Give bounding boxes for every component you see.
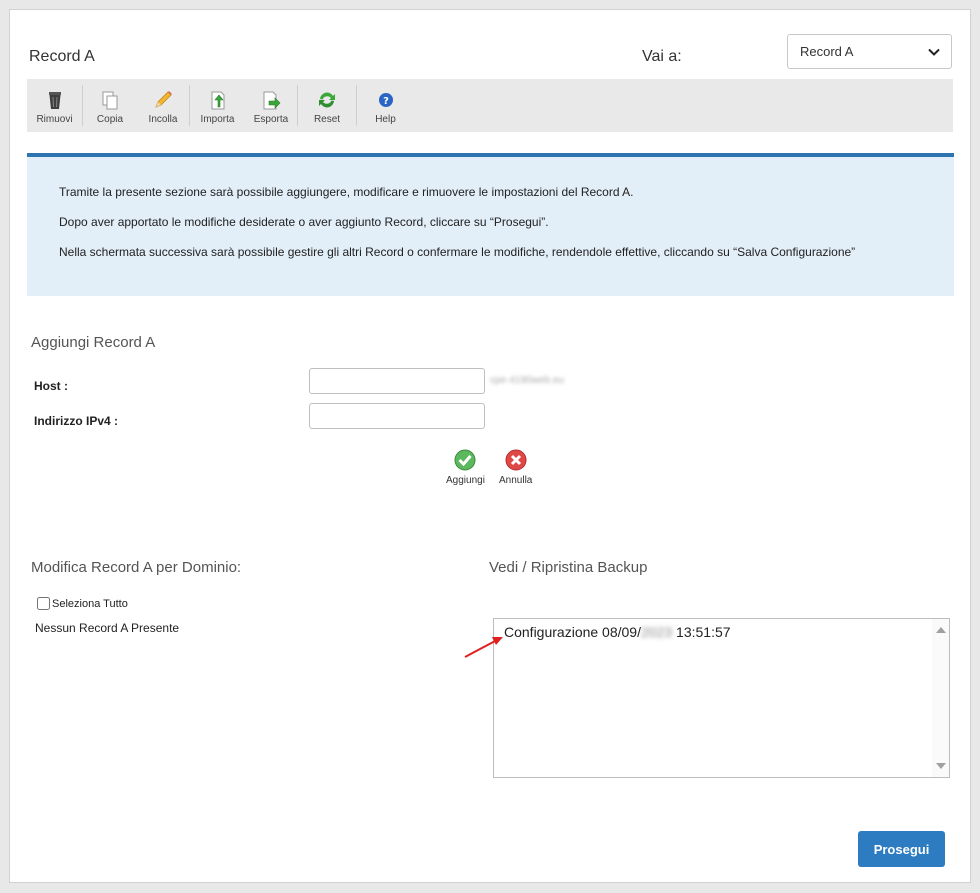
select-all-label: Seleziona Tutto bbox=[52, 597, 128, 610]
refresh-icon bbox=[319, 92, 335, 108]
info-line: Dopo aver apportato le modifiche desider… bbox=[59, 215, 549, 229]
ipv4-input[interactable] bbox=[309, 403, 485, 429]
export-icon bbox=[263, 91, 281, 110]
goto-label: Vai a: bbox=[642, 48, 682, 65]
backup-time: 13:51:57 bbox=[672, 624, 731, 640]
backup-section-title: Vedi / Ripristina Backup bbox=[489, 559, 648, 576]
goto-selected-value: Record A bbox=[800, 44, 854, 59]
add-section-title: Aggiungi Record A bbox=[31, 334, 156, 351]
checkmark-icon bbox=[454, 449, 476, 471]
import-button[interactable]: Importa bbox=[190, 79, 245, 132]
modify-section-title: Modifica Record A per Dominio: bbox=[31, 559, 242, 576]
info-line: Nella schermata successiva sarà possibil… bbox=[59, 245, 856, 259]
select-all[interactable]: Seleziona Tutto bbox=[37, 597, 128, 610]
ipv4-label: Indirizzo IPv4 : bbox=[34, 414, 119, 428]
copy-icon bbox=[102, 91, 118, 110]
page-title: Record A bbox=[29, 48, 95, 65]
reset-label: Reset bbox=[313, 114, 341, 125]
backup-scrollbar[interactable] bbox=[932, 619, 949, 777]
trash-icon bbox=[48, 92, 61, 109]
close-icon bbox=[505, 449, 527, 471]
host-suffix: cpe-4190web.eu bbox=[490, 375, 564, 386]
host-label: Host : bbox=[34, 379, 68, 393]
main-panel: Record A Vai a: Record A Rimuovi Copia I… bbox=[9, 9, 971, 883]
remove-label: Rimuovi bbox=[36, 114, 73, 125]
help-icon: ? bbox=[378, 93, 393, 107]
svg-text:?: ? bbox=[383, 96, 389, 107]
toolbar: Rimuovi Copia Incolla Importa Esporta Re… bbox=[27, 79, 953, 132]
remove-button[interactable]: Rimuovi bbox=[27, 79, 82, 132]
backup-list[interactable]: Configurazione 08/09/2023 13:51:57 bbox=[493, 618, 950, 778]
info-line: Tramite la presente sezione sarà possibi… bbox=[59, 185, 634, 199]
export-label: Esporta bbox=[253, 114, 289, 125]
backup-date: Configurazione 08/09/ bbox=[504, 624, 641, 640]
select-all-checkbox[interactable] bbox=[37, 597, 50, 610]
cancel-button[interactable]: Annulla bbox=[499, 448, 532, 486]
paste-label: Incolla bbox=[148, 114, 178, 125]
copy-button[interactable]: Copia bbox=[83, 79, 137, 132]
backup-year: 2023 bbox=[641, 624, 673, 640]
import-label: Importa bbox=[200, 114, 235, 125]
export-button[interactable]: Esporta bbox=[245, 79, 297, 132]
reset-button[interactable]: Reset bbox=[298, 79, 356, 132]
add-button[interactable]: Aggiungi bbox=[446, 448, 485, 486]
info-box: Tramite la presente sezione sarà possibi… bbox=[27, 153, 954, 296]
help-label: Help bbox=[375, 114, 396, 125]
copy-label: Copia bbox=[96, 114, 124, 125]
proceed-button[interactable]: Prosegui bbox=[858, 831, 945, 867]
scroll-up-icon[interactable] bbox=[936, 627, 946, 633]
paste-button[interactable]: Incolla bbox=[137, 79, 189, 132]
goto-select[interactable]: Record A bbox=[787, 34, 952, 69]
import-icon bbox=[211, 91, 224, 110]
chevron-down-icon bbox=[928, 48, 940, 56]
annotation-arrow-icon bbox=[464, 637, 503, 658]
pencil-icon bbox=[155, 91, 172, 108]
help-button[interactable]: ? Help bbox=[357, 79, 414, 132]
no-records-text: Nessun Record A Presente bbox=[35, 621, 180, 635]
backup-item[interactable]: Configurazione 08/09/2023 13:51:57 bbox=[504, 624, 731, 640]
scroll-down-icon[interactable] bbox=[936, 763, 946, 769]
cancel-label: Annulla bbox=[499, 475, 533, 486]
add-label: Aggiungi bbox=[446, 475, 485, 486]
host-input[interactable] bbox=[309, 368, 485, 394]
